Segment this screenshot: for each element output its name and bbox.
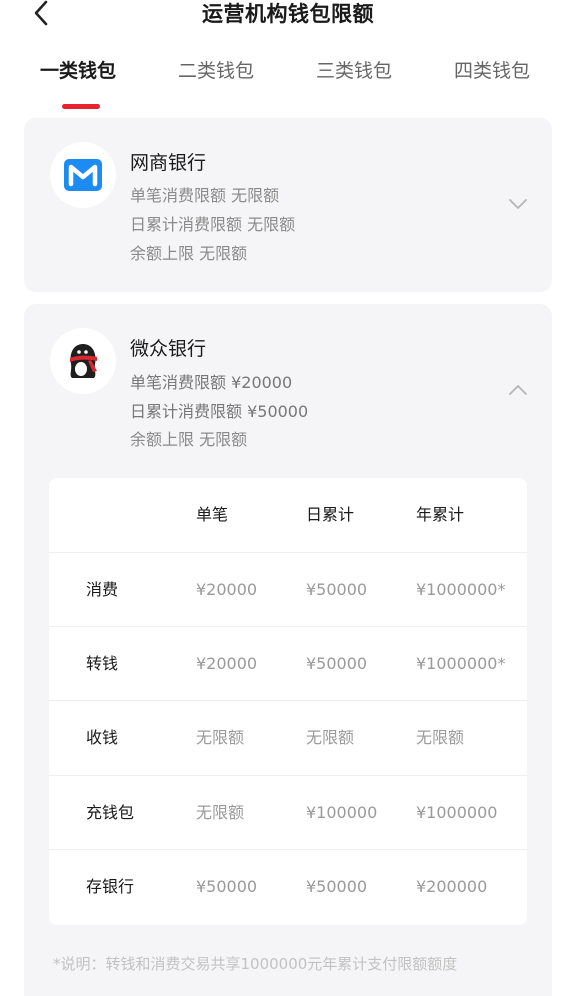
column-header-daily: 日累计 (306, 505, 355, 524)
yearly-value: ¥1000000* (416, 580, 506, 599)
row-label: 充钱包 (86, 803, 135, 822)
table-row: 消费 ¥20000 ¥50000 ¥1000000* (49, 552, 527, 626)
single-value: ¥20000 (196, 580, 258, 599)
penguin-logo-icon (70, 344, 97, 378)
row-label: 转钱 (86, 654, 119, 673)
row-label: 消费 (86, 580, 119, 599)
tab-class-3-wallet[interactable]: 三类钱包 (316, 56, 392, 83)
table-row: 收钱 无限额 无限额 无限额 (49, 700, 527, 774)
table-row: 充钱包 无限额 ¥100000 ¥1000000 (49, 775, 527, 849)
single-value: ¥20000 (196, 654, 258, 673)
single-value: ¥50000 (196, 877, 258, 896)
column-header-yearly: 年累计 (416, 505, 465, 524)
mybank-logo-icon (64, 159, 102, 191)
balance-limit: 余额上限 无限额 (130, 430, 248, 449)
tab-class-2-wallet[interactable]: 二类钱包 (178, 56, 254, 83)
daily-value: ¥50000 (306, 580, 368, 599)
mybank-logo (50, 142, 116, 208)
yearly-value: 无限额 (416, 728, 465, 747)
column-header-single: 单笔 (196, 505, 229, 524)
daily-value: ¥50000 (306, 877, 368, 896)
yearly-value: ¥200000 (416, 877, 488, 896)
daily-consume-limit: 日累计消费限额 无限额 (130, 215, 296, 234)
daily-value: 无限额 (306, 728, 355, 747)
bank-name: 微众银行 (130, 338, 207, 360)
expand-button[interactable] (506, 192, 530, 216)
limits-table: 单笔 日累计 年累计 消费 ¥20000 ¥50000 ¥1000000* 转钱… (49, 478, 527, 925)
daily-value: ¥100000 (306, 803, 378, 822)
tab-class-4-wallet[interactable]: 四类钱包 (454, 56, 530, 83)
tab-class-1-wallet[interactable]: 一类钱包 (40, 56, 116, 83)
single-value: 无限额 (196, 803, 245, 822)
webank-logo (50, 328, 116, 394)
bank-card-mybank[interactable]: 网商银行 单笔消费限额 无限额 日累计消费限额 无限额 余额上限 无限额 (24, 118, 552, 292)
yearly-value: ¥1000000* (416, 654, 506, 673)
table-row: 转钱 ¥20000 ¥50000 ¥1000000* (49, 626, 527, 700)
single-consume-limit: 单笔消费限额 无限额 (130, 186, 280, 205)
daily-value: ¥50000 (306, 654, 368, 673)
row-label: 收钱 (86, 728, 119, 747)
daily-consume-limit: 日累计消费限额 ¥50000 (130, 402, 309, 421)
header: 运营机构钱包限额 (0, 0, 576, 30)
yearly-value: ¥1000000 (416, 803, 498, 822)
page-title: 运营机构钱包限额 (202, 2, 374, 26)
row-label: 存银行 (86, 877, 135, 896)
wallet-tabs: 一类钱包 二类钱包 三类钱包 四类钱包 (0, 56, 576, 114)
bank-name: 网商银行 (130, 152, 207, 174)
single-value: 无限额 (196, 728, 245, 747)
footnote: *说明：转钱和消费交易共享1000000元年累计支付限额额度 (53, 955, 458, 973)
chevron-down-icon (509, 199, 527, 209)
table-row: 存银行 ¥50000 ¥50000 ¥200000 (49, 849, 527, 923)
single-consume-limit: 单笔消费限额 ¥20000 (130, 373, 293, 392)
bank-card-webank[interactable]: 微众银行 单笔消费限额 ¥20000 日累计消费限额 ¥50000 余额上限 无… (24, 304, 552, 996)
balance-limit: 余额上限 无限额 (130, 244, 248, 263)
collapse-button[interactable] (506, 378, 530, 402)
active-tab-indicator (62, 104, 100, 109)
table-header-row: 单笔 日累计 年累计 (49, 478, 527, 552)
chevron-up-icon (509, 385, 527, 395)
